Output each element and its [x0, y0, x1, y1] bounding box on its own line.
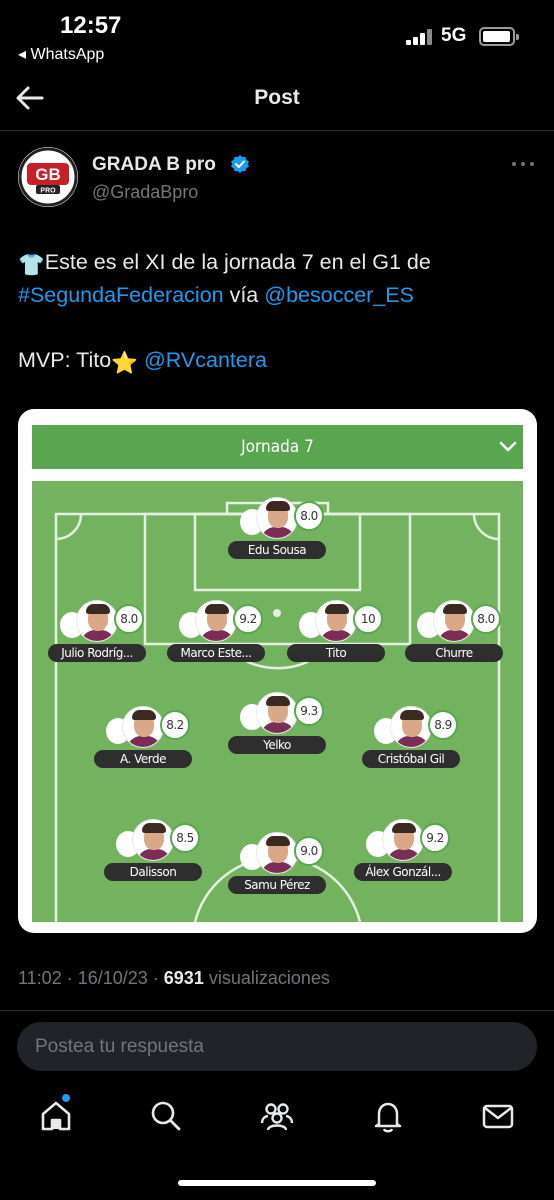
- chevron-down-icon: [499, 441, 517, 452]
- player-card[interactable]: 10 Tito: [277, 598, 397, 668]
- tweet-text-line-3: MVP: Tito⭐️ @RVcantera: [18, 348, 267, 375]
- meta-divider: [0, 1010, 554, 1011]
- player-card[interactable]: 8.0 Edu Sousa: [218, 495, 338, 565]
- hashtag-link[interactable]: #SegundaFederacion: [18, 283, 224, 307]
- player-name: Edu Sousa: [228, 541, 326, 559]
- player-name: Álex Gonzál...: [354, 863, 452, 881]
- player-rating: 8.0: [471, 604, 501, 634]
- player-photo: [132, 819, 174, 861]
- views-label: visualizaciones: [203, 968, 330, 988]
- player-rating: 9.2: [233, 604, 263, 634]
- player-name: Samu Pérez: [228, 876, 326, 894]
- player-photo: [315, 600, 357, 642]
- svg-text:GB: GB: [35, 165, 61, 184]
- player-name: A. Verde: [94, 750, 192, 768]
- home-icon[interactable]: [38, 1098, 74, 1134]
- tweet-text-line-1: 👕Este es el XI de la jornada 7 en el G1 …: [18, 250, 431, 277]
- signal-icon: [406, 29, 436, 45]
- player-rating: 8.2: [160, 710, 190, 740]
- page-title: Post: [254, 86, 300, 109]
- player-card[interactable]: 8.5 Dalisson: [94, 817, 214, 887]
- player-rating: 10: [353, 604, 383, 634]
- player-rating: 8.5: [170, 823, 200, 853]
- lineup-image-card[interactable]: Jornada 7 8.0 Edu Sousa 8.0 Julio Rodríg…: [18, 409, 537, 933]
- player-card[interactable]: 8.0 Julio Rodríg...: [38, 598, 158, 668]
- communities-icon[interactable]: [259, 1098, 295, 1134]
- mention-link[interactable]: @besoccer_ES: [264, 283, 414, 307]
- player-photo: [195, 600, 237, 642]
- notifications-icon[interactable]: [370, 1098, 406, 1134]
- player-rating: 8.0: [114, 604, 144, 634]
- jornada-label: Jornada 7: [241, 437, 314, 457]
- player-photo: [256, 497, 298, 539]
- messages-icon[interactable]: [480, 1098, 516, 1134]
- player-card[interactable]: 9.0 Samu Pérez: [218, 830, 338, 900]
- post-timestamp: 11:02 · 16/10/23 ·: [18, 968, 164, 988]
- notification-dot: [62, 1094, 70, 1102]
- player-card[interactable]: 8.0 Churre: [395, 598, 515, 668]
- top-bar: Post: [0, 70, 554, 130]
- mention-link[interactable]: @RVcantera: [144, 348, 267, 372]
- grada-b-logo: GB PRO: [18, 147, 78, 207]
- player-photo: [76, 600, 118, 642]
- player-name: Cristóbal Gil: [362, 750, 460, 768]
- player-name: Julio Rodríg...: [48, 644, 146, 662]
- player-photo: [390, 706, 432, 748]
- clock: 12:57: [60, 12, 122, 39]
- player-rating: 9.3: [294, 696, 324, 726]
- avatar[interactable]: GB PRO: [18, 147, 78, 207]
- home-indicator[interactable]: [178, 1180, 376, 1186]
- back-to-app-link[interactable]: ◂ WhatsApp: [18, 44, 104, 64]
- star-emoji: ⭐️: [111, 351, 138, 375]
- football-pitch: 8.0 Edu Sousa 8.0 Julio Rodríg... 9.2 Ma…: [32, 481, 523, 922]
- player-card[interactable]: 8.2 A. Verde: [84, 704, 204, 774]
- player-card[interactable]: 9.3 Yelko: [218, 690, 338, 760]
- player-rating: 8.9: [428, 710, 458, 740]
- player-photo: [256, 692, 298, 734]
- reply-placeholder: Postea tu respuesta: [35, 1036, 204, 1057]
- player-photo: [256, 832, 298, 874]
- player-rating: 9.2: [420, 823, 450, 853]
- player-rating: 9.0: [294, 836, 324, 866]
- verified-badge-icon: [231, 155, 249, 173]
- player-photo: [433, 600, 475, 642]
- view-count: 6931: [163, 968, 204, 988]
- player-card[interactable]: 8.9 Cristóbal Gil: [352, 704, 472, 774]
- jornada-selector: Jornada 7: [32, 425, 523, 469]
- search-icon[interactable]: [148, 1098, 184, 1134]
- player-photo: [382, 819, 424, 861]
- header-divider: [0, 130, 554, 131]
- player-name: Churre: [405, 644, 503, 662]
- reply-input[interactable]: Postea tu respuesta: [17, 1022, 537, 1071]
- tweet-text-line-2: #SegundaFederacion vía @besoccer_ES: [18, 283, 414, 307]
- player-photo: [122, 706, 164, 748]
- author-handle[interactable]: @GradaBpro: [92, 182, 198, 203]
- player-name: Marco Este...: [167, 644, 265, 662]
- post-meta: 11:02 · 16/10/23 · 6931 visualizaciones: [18, 968, 330, 989]
- player-name: Tito: [287, 644, 385, 662]
- player-card[interactable]: 9.2 Marco Este...: [157, 598, 277, 668]
- player-rating: 8.0: [294, 501, 324, 531]
- status-bar: 12:57 ◂ WhatsApp 5G: [0, 0, 554, 70]
- player-card[interactable]: 9.2 Álex Gonzál...: [344, 817, 464, 887]
- author-name[interactable]: GRADA B pro: [92, 154, 216, 176]
- player-name: Yelko: [228, 736, 326, 754]
- network-type: 5G: [441, 25, 467, 46]
- shirt-emoji: 👕: [18, 253, 45, 277]
- more-options-icon[interactable]: [512, 160, 536, 168]
- battery-icon: [479, 27, 519, 46]
- player-name: Dalisson: [104, 863, 202, 881]
- svg-text:PRO: PRO: [40, 188, 56, 195]
